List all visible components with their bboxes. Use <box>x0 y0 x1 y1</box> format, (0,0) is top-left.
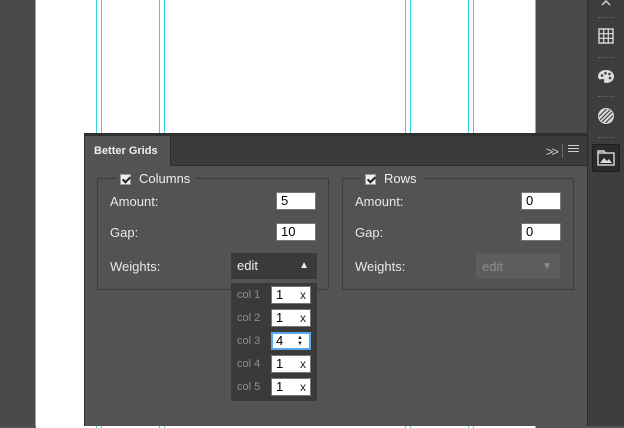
weight-label: col 4 <box>237 358 261 370</box>
image-folder-icon[interactable] <box>592 144 620 172</box>
columns-gap-input[interactable]: 10 <box>276 223 316 241</box>
columns-weights-dropdown-value: edit <box>237 258 258 273</box>
rows-weights-dropdown: edit ▼ <box>475 253 561 279</box>
sphere-icon[interactable] <box>592 102 620 130</box>
weight-row: col 5 1 x <box>231 378 317 401</box>
columns-weights-label: Weights: <box>110 259 161 274</box>
rows-legend: Rows <box>361 172 423 186</box>
stepper-icon[interactable]: ▲ ▼ <box>297 335 305 347</box>
rows-checkbox[interactable] <box>365 173 376 185</box>
collapse-icon[interactable] <box>592 0 620 16</box>
rows-amount-input[interactable]: 0 <box>521 192 561 210</box>
rows-weights-dropdown-value: edit <box>482 259 503 274</box>
weight-input[interactable]: 1 x <box>271 355 311 373</box>
weight-input[interactable]: 1 x <box>271 378 311 396</box>
dock-grip[interactable] <box>598 96 614 99</box>
rows-title: Rows <box>384 171 417 186</box>
columns-legend: Columns <box>116 171 197 186</box>
clear-weight-button[interactable]: x <box>300 287 306 303</box>
header-divider <box>562 144 563 158</box>
columns-amount-label: Amount: <box>110 194 159 209</box>
weight-label: col 2 <box>237 312 261 324</box>
weight-row: col 2 1 x <box>231 309 317 332</box>
rows-gap-input[interactable]: 0 <box>521 223 561 241</box>
columns-checkbox[interactable] <box>120 173 131 185</box>
rows-gap-label: Gap: <box>355 225 384 240</box>
rows-weights-label: Weights: <box>355 259 406 274</box>
weight-input[interactable]: 1 x <box>271 309 311 327</box>
weight-label: col 1 <box>237 289 261 301</box>
clear-weight-button[interactable]: x <box>300 379 306 395</box>
dock-grip[interactable] <box>598 57 614 60</box>
dock-grip[interactable] <box>598 17 614 20</box>
rows-amount-label: Amount: <box>355 194 404 209</box>
weight-row: col 3 4 ▲ ▼ <box>231 332 317 355</box>
columns-gap-label: Gap: <box>110 225 139 240</box>
rows-group: Rows Amount: 0 Gap: 0 Weights: edit ▼ <box>342 172 574 290</box>
columns-title: Columns <box>139 171 191 186</box>
weight-label: col 3 <box>237 335 261 347</box>
better-grids-panel: Better Grids >> Columns Amount: 5 Gap: 1… <box>84 133 587 426</box>
weight-input-focused[interactable]: 4 ▲ ▼ <box>271 332 311 350</box>
weight-row: col 4 1 x <box>231 355 317 378</box>
chevron-up-icon: ▲ <box>299 260 309 271</box>
right-dock-toolbar <box>587 0 624 426</box>
panel-header: Better Grids >> <box>85 136 587 166</box>
weight-label: col 5 <box>237 381 261 393</box>
clear-weight-button[interactable]: x <box>300 310 306 326</box>
weight-input[interactable]: 1 x <box>271 286 311 304</box>
clear-weight-button[interactable]: x <box>300 356 306 372</box>
column-weights-popup: col 1 1 x col 2 1 x col 3 4 ▲▼ col 4 1 <box>231 283 317 401</box>
panel-tab-better-grids[interactable]: Better Grids <box>85 136 171 166</box>
grid-icon[interactable] <box>592 22 620 50</box>
columns-group: Columns Amount: 5 Gap: 10 Weights: edit … <box>97 172 329 290</box>
chevron-down-icon: ▼ <box>542 261 552 272</box>
weight-row: col 1 1 x <box>231 286 317 309</box>
panel-menu-icon[interactable] <box>568 145 579 155</box>
palette-icon[interactable] <box>592 62 620 90</box>
collapse-panel-icon[interactable]: >> <box>546 144 559 159</box>
dock-grip[interactable] <box>598 137 614 140</box>
columns-amount-input[interactable]: 5 <box>276 192 316 210</box>
columns-weights-dropdown[interactable]: edit ▲ <box>231 253 317 279</box>
